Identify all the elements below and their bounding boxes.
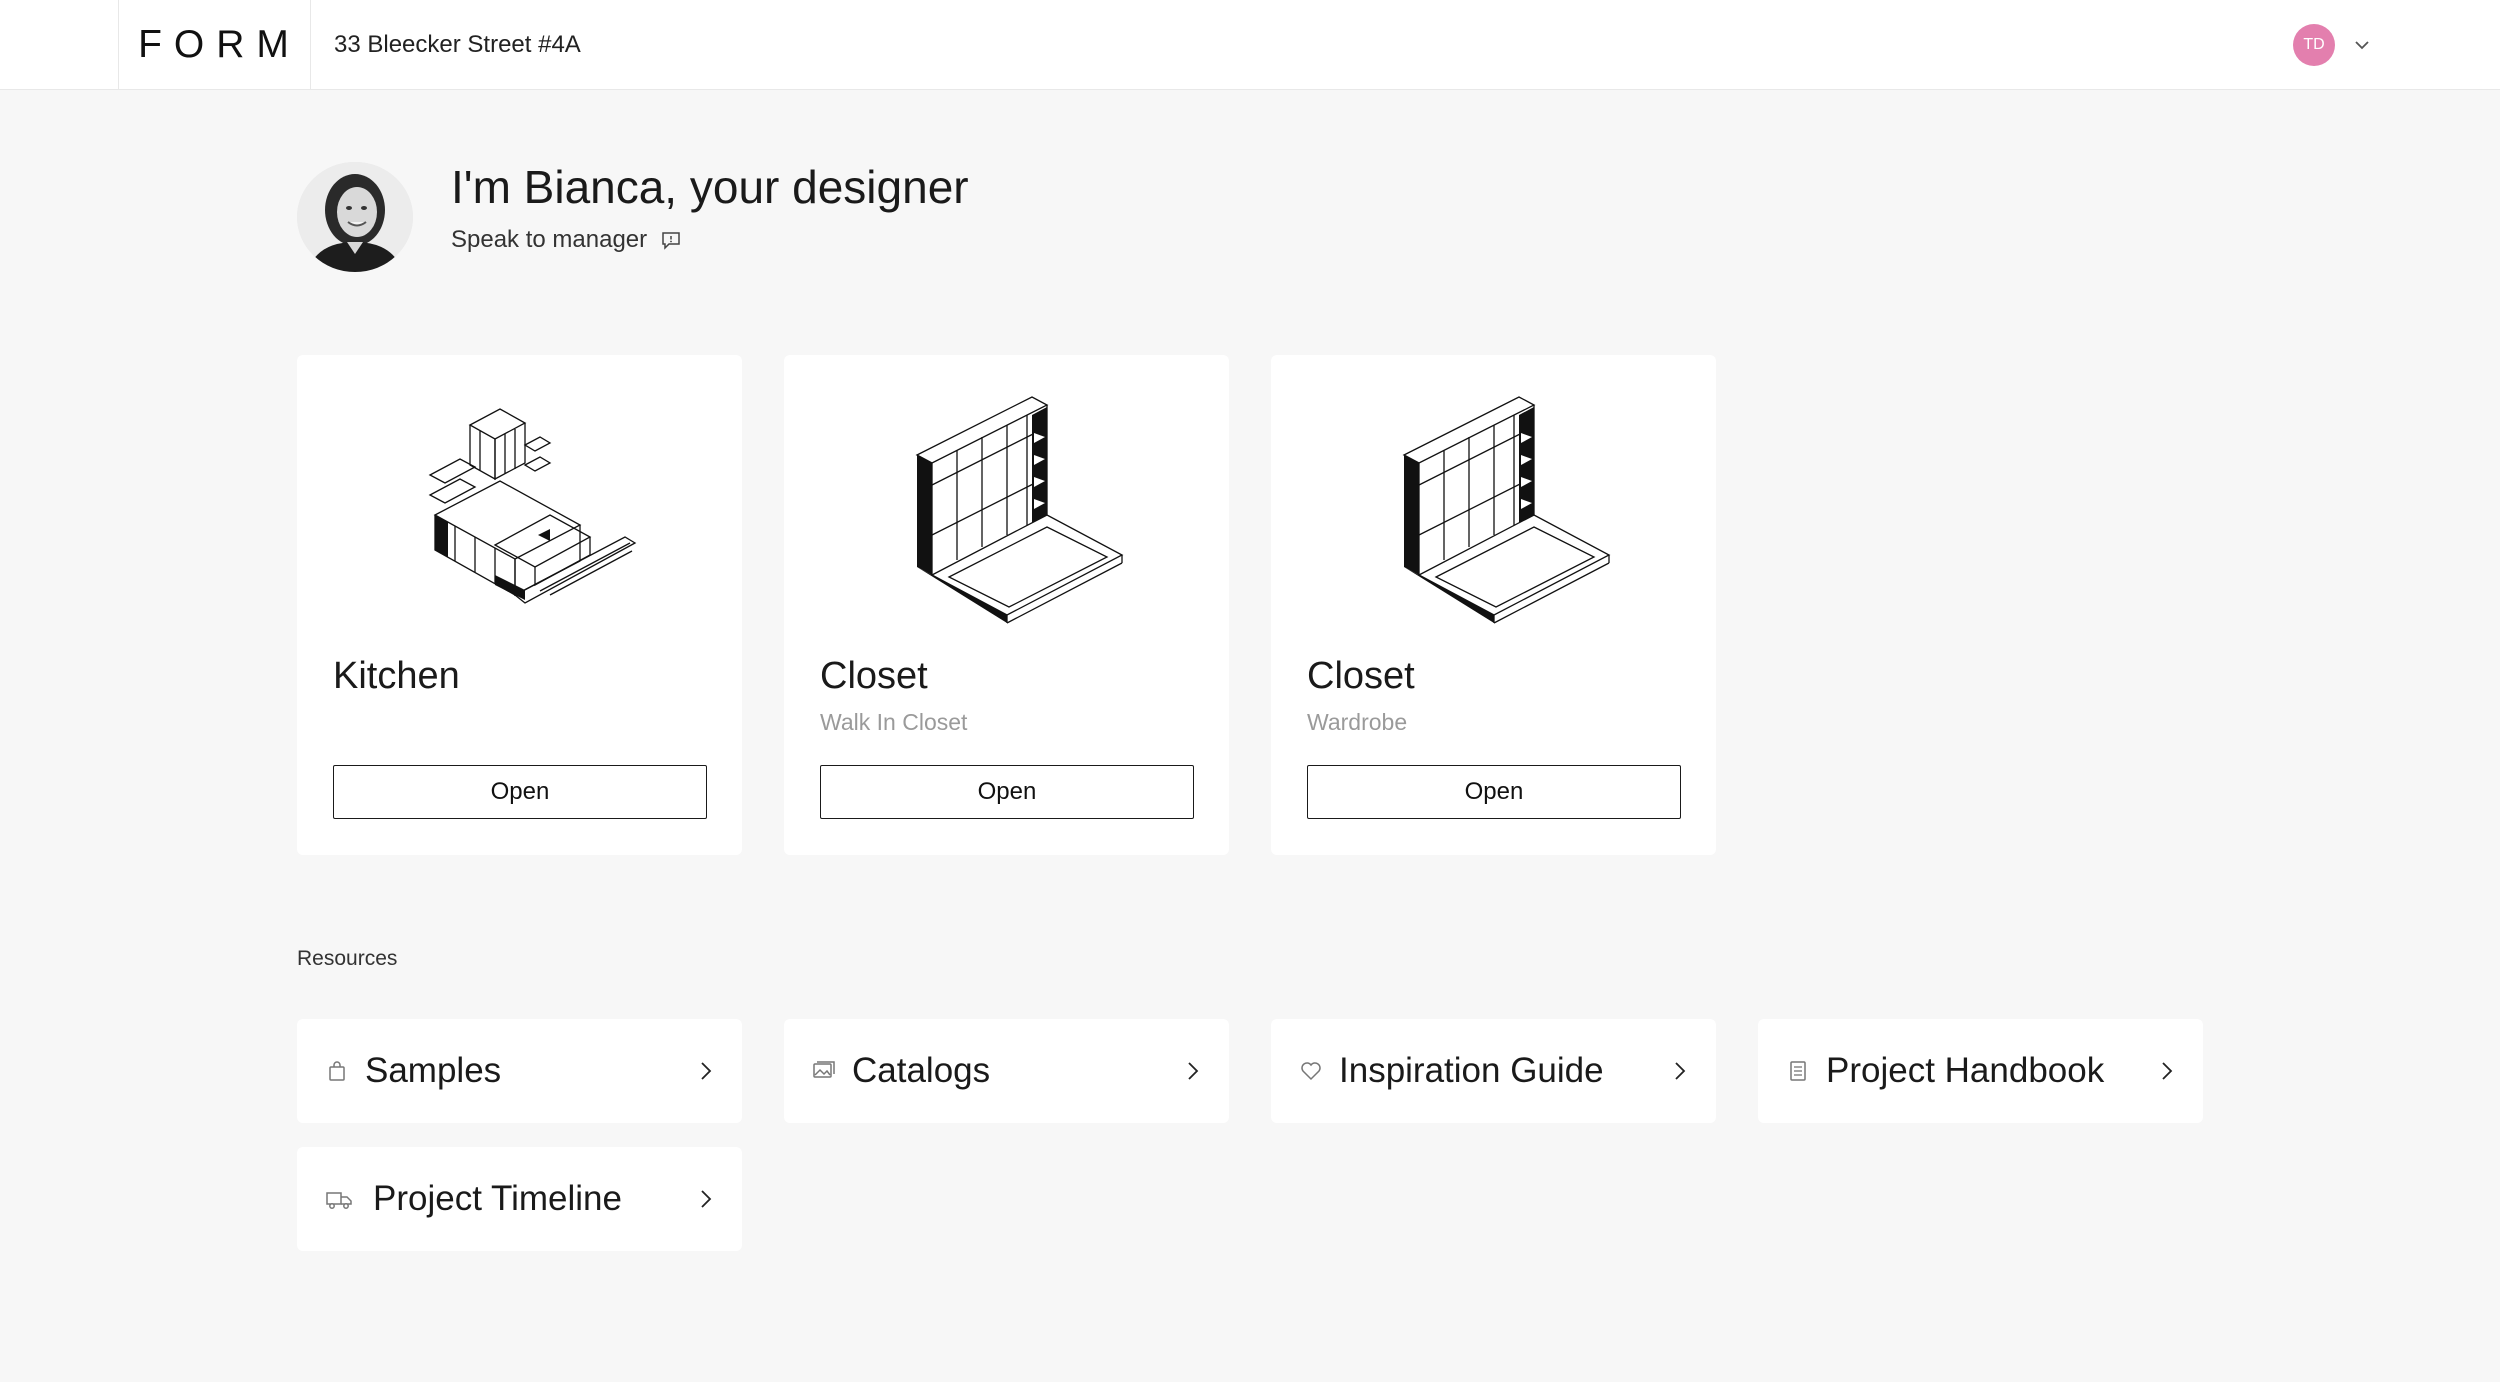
resource-project-timeline[interactable]: Project Timeline (297, 1147, 742, 1251)
resource-samples[interactable]: Samples (297, 1019, 742, 1123)
brand-logo[interactable]: FORM (128, 23, 301, 67)
resource-catalogs[interactable]: Catalogs (784, 1019, 1229, 1123)
chevron-right-icon (2162, 1062, 2173, 1080)
images-icon (813, 1061, 835, 1078)
open-project-button[interactable]: Open (333, 765, 707, 819)
chevron-right-icon (1188, 1062, 1199, 1080)
heart-icon (1301, 1062, 1321, 1081)
chevron-down-icon[interactable] (2353, 36, 2371, 54)
designer-avatar (297, 162, 413, 272)
chevron-right-icon (1675, 1062, 1686, 1080)
document-icon (1790, 1061, 1806, 1081)
top-bar: FORM 33 Bleecker Street #4A TD (0, 0, 2500, 90)
designer-title: I'm Bianca, your designer (451, 161, 969, 213)
bag-icon (329, 1061, 345, 1081)
kitchen-illustration-icon (428, 408, 636, 604)
chevron-right-icon (701, 1062, 712, 1080)
project-title: Kitchen (333, 655, 460, 697)
closet-illustration-icon (1402, 396, 1610, 624)
resources-heading: Resources (297, 947, 398, 970)
logo-container[interactable]: FORM (118, 0, 311, 90)
chevron-right-icon (701, 1190, 712, 1208)
project-card-kitchen: Kitchen Open (297, 355, 742, 855)
closet-illustration-icon (915, 396, 1123, 624)
open-project-button[interactable]: Open (820, 765, 1194, 819)
project-card-walk-in-closet: Closet Walk In Closet Open (784, 355, 1229, 855)
resource-inspiration-guide[interactable]: Inspiration Guide (1271, 1019, 1716, 1123)
user-avatar[interactable]: TD (2293, 24, 2335, 66)
open-project-button[interactable]: Open (1307, 765, 1681, 819)
project-card-wardrobe: Closet Wardrobe Open (1271, 355, 1716, 855)
resource-project-handbook[interactable]: Project Handbook (1758, 1019, 2203, 1123)
resource-label: Catalogs (852, 1051, 991, 1090)
account-menu[interactable]: TD (2293, 24, 2371, 66)
resource-label: Project Handbook (1826, 1051, 2105, 1090)
speak-to-manager-label[interactable]: Speak to manager (451, 226, 647, 254)
project-title: Closet (820, 655, 928, 697)
speak-to-manager-link[interactable]: Speak to manager (451, 226, 683, 254)
resource-label: Samples (365, 1051, 502, 1090)
project-title: Closet (1307, 655, 1415, 697)
chat-bubble-icon (662, 232, 680, 250)
project-subtitle: Walk In Closet (820, 709, 968, 735)
resource-label: Project Timeline (373, 1179, 622, 1218)
truck-icon (326, 1192, 352, 1209)
project-address: 33 Bleecker Street #4A (334, 31, 581, 58)
project-subtitle: Wardrobe (1307, 709, 1408, 735)
resource-label: Inspiration Guide (1339, 1051, 1604, 1090)
